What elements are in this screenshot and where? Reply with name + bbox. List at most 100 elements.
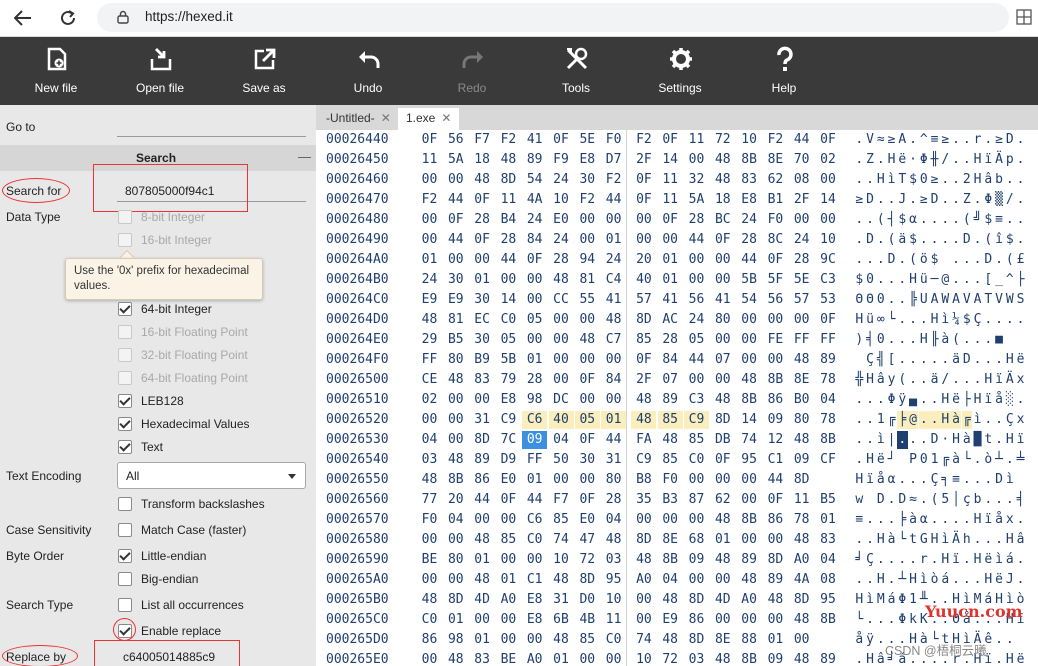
ascii-char[interactable]: H — [972, 391, 983, 409]
hex-byte[interactable]: 04 — [816, 391, 841, 409]
hex-byte[interactable]: 48 — [737, 371, 762, 389]
ascii-char[interactable]: 1 — [929, 451, 940, 469]
ascii-char[interactable]: ï — [951, 551, 962, 569]
ascii-char[interactable]: . — [972, 191, 983, 209]
hex-byte[interactable]: 35 — [631, 491, 656, 509]
ascii-char[interactable]: D — [929, 191, 940, 209]
hex-byte[interactable]: 8B — [737, 511, 762, 529]
hex-byte[interactable]: C0 — [496, 311, 521, 329]
ascii-char[interactable]: . — [962, 511, 973, 529]
hex-byte[interactable]: A0 — [631, 571, 656, 589]
save-as-button[interactable]: Save as — [212, 37, 316, 105]
hex-byte[interactable]: 48 — [658, 591, 683, 609]
ascii-char[interactable]: H — [1005, 351, 1016, 369]
ascii-char[interactable]: k — [908, 611, 919, 629]
hex-byte[interactable]: 00 — [658, 511, 683, 529]
hex-byte[interactable]: 28 — [684, 211, 709, 229]
ascii-char[interactable] — [1005, 331, 1016, 349]
ascii-char[interactable]: H — [865, 651, 876, 666]
ascii-char[interactable]: [ — [983, 271, 994, 289]
hex-byte[interactable]: EC — [470, 311, 495, 329]
hex-byte[interactable]: F2 — [601, 171, 626, 189]
ascii-char[interactable]: ( — [897, 371, 908, 389]
hex-byte[interactable]: 78 — [816, 411, 841, 429]
ascii-char[interactable]: . — [876, 271, 887, 289]
hex-byte[interactable]: 8D — [710, 411, 735, 429]
hex-byte[interactable]: 8D — [470, 431, 495, 449]
ascii-char[interactable]: ▒ — [994, 191, 1005, 209]
ascii-char[interactable]: $ — [983, 211, 994, 229]
hex-byte[interactable]: C6 — [522, 411, 548, 429]
ascii-char[interactable]: $ — [929, 251, 940, 269]
hex-byte[interactable]: 00 — [549, 351, 574, 369]
hex-byte[interactable]: CF — [816, 451, 841, 469]
ascii-char[interactable]: â — [1015, 531, 1026, 549]
ascii-char[interactable]: A — [951, 291, 962, 309]
hex-byte[interactable]: 00 — [417, 651, 442, 666]
ascii-char[interactable]: α — [886, 471, 897, 489]
ascii-char[interactable]: . — [983, 471, 994, 489]
ascii-char[interactable]: $ — [1005, 231, 1016, 249]
hex-byte[interactable]: D9 — [496, 451, 521, 469]
ascii-char[interactable]: . — [876, 551, 887, 569]
ascii-char[interactable]: . — [1005, 311, 1016, 329]
hex-byte[interactable]: 00 — [443, 411, 468, 429]
hex-byte[interactable]: 0F — [658, 131, 683, 149]
ascii-char[interactable]: ä — [897, 231, 908, 249]
hex-byte[interactable]: 8D — [443, 591, 468, 609]
back-arrow-icon[interactable] — [10, 6, 36, 30]
ascii-char[interactable]: ì — [865, 591, 876, 609]
ascii-char[interactable]: D — [865, 191, 876, 209]
hex-byte[interactable]: 00 — [470, 611, 495, 629]
hex-byte[interactable]: 01 — [710, 531, 735, 549]
ascii-char[interactable]: ï — [983, 391, 994, 409]
ascii-char[interactable]: . — [1015, 571, 1026, 589]
hex-byte[interactable]: 0F — [522, 251, 547, 269]
hex-byte[interactable]: 5F — [763, 271, 788, 289]
hex-byte[interactable]: 30 — [575, 171, 600, 189]
hex-byte[interactable]: 00 — [443, 251, 468, 269]
hex-byte[interactable]: 4A — [789, 571, 814, 589]
hex-byte[interactable]: F7 — [549, 491, 574, 509]
hex-byte[interactable]: 00 — [522, 291, 547, 309]
hex-byte[interactable]: 85 — [496, 531, 521, 549]
hex-byte[interactable]: 0F — [575, 431, 600, 449]
hex-byte[interactable]: 00 — [575, 471, 600, 489]
hex-byte[interactable]: 10 — [549, 551, 574, 569]
hex-byte[interactable]: 95 — [737, 451, 762, 469]
ascii-char[interactable]: â — [983, 171, 994, 189]
hex-byte[interactable]: 28 — [601, 491, 626, 509]
ascii-char[interactable]: à — [962, 431, 973, 449]
ascii-char[interactable]: ░ — [1005, 391, 1016, 409]
ascii-char[interactable]: . — [972, 571, 983, 589]
hex-byte[interactable]: 00 — [575, 231, 600, 249]
ascii-char[interactable]: T — [897, 171, 908, 189]
ascii-char[interactable]: . — [919, 351, 930, 369]
ascii-char[interactable]: 2 — [962, 171, 973, 189]
chk-64bit-integer[interactable] — [118, 302, 132, 316]
hex-byte[interactable]: F9 — [549, 151, 574, 169]
ascii-char[interactable]: á — [1005, 551, 1016, 569]
hex-byte[interactable]: 0F — [470, 231, 495, 249]
ascii-char[interactable]: . — [951, 231, 962, 249]
hex-byte[interactable]: 94 — [575, 251, 600, 269]
ascii-char[interactable]: Φ — [983, 191, 994, 209]
hex-byte[interactable]: 89 — [470, 451, 495, 469]
hex-byte[interactable]: 00 — [601, 351, 626, 369]
hex-byte[interactable]: 00 — [575, 651, 600, 666]
ascii-char[interactable]: ╫ — [929, 151, 940, 169]
ascii-char[interactable]: ( — [876, 211, 887, 229]
hex-byte[interactable]: 72 — [710, 131, 735, 149]
chk-transform-backslashes[interactable] — [118, 497, 132, 511]
hex-byte[interactable]: 48 — [549, 271, 574, 289]
hex-byte[interactable]: C0 — [601, 631, 626, 649]
hex-byte[interactable]: 8D — [631, 311, 656, 329]
hex-byte[interactable]: C6 — [522, 511, 547, 529]
hex-byte[interactable]: 8B — [737, 651, 762, 666]
ascii-char[interactable]: $ — [897, 211, 908, 229]
ascii-char[interactable]: ┴ — [897, 571, 908, 589]
hex-byte[interactable]: 48 — [789, 611, 814, 629]
ascii-char[interactable]: å — [854, 631, 865, 649]
hex-byte[interactable]: 8B — [737, 151, 762, 169]
hex-byte[interactable]: 40 — [548, 411, 574, 429]
